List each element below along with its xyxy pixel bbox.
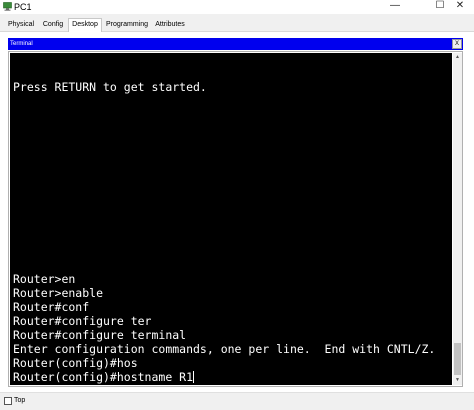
console-current-input: Router(config)#hostname R1 (13, 370, 194, 384)
console-line: Router#conf (13, 300, 90, 314)
tab-programming[interactable]: Programming (104, 19, 150, 32)
terminal-header: Terminal X (8, 38, 463, 50)
minimize-button[interactable]: — (380, 0, 410, 13)
console-line: Router(config)#hos (13, 356, 138, 370)
tab-config[interactable]: Config (40, 19, 66, 32)
top-checkbox[interactable] (4, 397, 12, 405)
console-line: Router>en (13, 272, 76, 286)
terminal-console[interactable]: Press RETURN to get started. Router>en R… (10, 53, 452, 385)
console-line: Router#configure terminal (13, 328, 187, 342)
scroll-down-arrow-icon[interactable]: ▼ (453, 376, 462, 385)
tab-desktop[interactable]: Desktop (68, 18, 102, 32)
console-line: Enter configuration commands, one per li… (13, 342, 436, 356)
tab-bar: Physical Config Desktop Programming Attr… (0, 14, 474, 32)
terminal-title: Terminal (10, 41, 33, 47)
terminal-close-button[interactable]: X (452, 39, 462, 49)
top-label: Top (14, 397, 26, 404)
title-bar: PC1 — ☐ ✕ (0, 0, 474, 14)
text-cursor (193, 371, 195, 383)
tab-attributes[interactable]: Attributes (152, 19, 188, 32)
scrollbar-thumb[interactable] (454, 343, 461, 375)
scroll-up-arrow-icon[interactable]: ▲ (453, 53, 462, 62)
console-line: Press RETURN to get started. (13, 80, 207, 94)
pc-icon (3, 2, 12, 11)
window-title: PC1 (14, 2, 32, 12)
status-bar: Top (0, 392, 474, 410)
console-line: Router#configure ter (13, 314, 152, 328)
tab-physical[interactable]: Physical (6, 19, 36, 32)
console-line: Router>enable (13, 286, 104, 300)
console-prompt-line: Router(config)#hostname R1 (13, 370, 195, 384)
close-button[interactable]: ✕ (445, 0, 474, 13)
terminal-scrollbar[interactable]: ▲ ▼ (453, 53, 462, 385)
